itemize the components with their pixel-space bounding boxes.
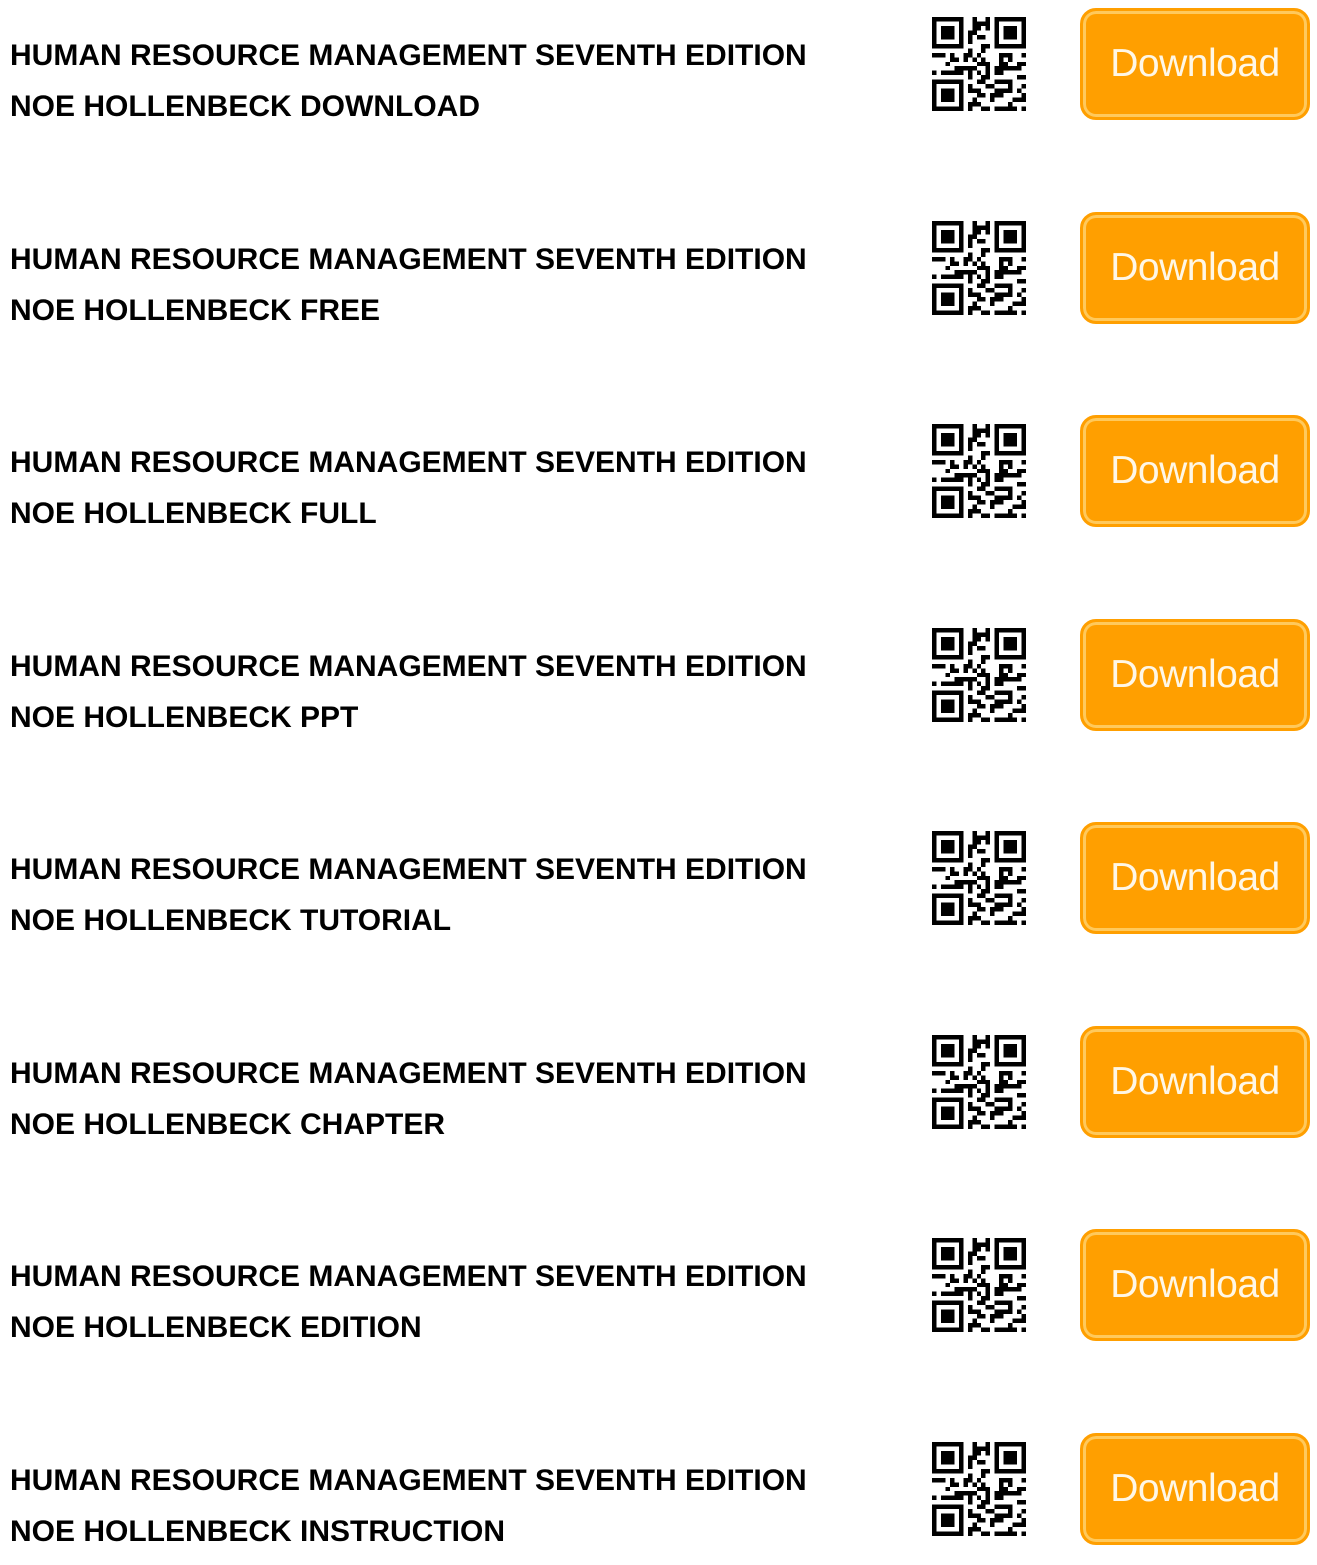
item-title-line-2: NOE HOLLENBECK FULL [10,497,377,530]
item-title-line-1: HUMAN RESOURCE MANAGEMENT SEVENTH EDITIO… [10,39,807,72]
download-button-label: Download [1110,1060,1280,1103]
item-title: HUMAN RESOURCE MANAGEMENT SEVENTH EDITIO… [10,641,880,743]
item-title-line-2: NOE HOLLENBECK FREE [10,294,381,327]
list-item: HUMAN RESOURCE MANAGEMENT SEVENTH EDITIO… [0,1221,1317,1361]
qr-code-icon [932,1035,1026,1129]
list-item: HUMAN RESOURCE MANAGEMENT SEVENTH EDITIO… [0,1425,1317,1565]
item-title-line-2: NOE HOLLENBECK EDITION [10,1311,422,1344]
list-item: HUMAN RESOURCE MANAGEMENT SEVENTH EDITIO… [0,814,1317,954]
item-title-link[interactable]: HUMAN RESOURCE MANAGEMENT SEVENTH EDITIO… [10,39,807,123]
qr-code-icon [932,831,1026,925]
download-button-label: Download [1110,1263,1280,1306]
item-title-line-1: HUMAN RESOURCE MANAGEMENT SEVENTH EDITIO… [10,243,807,276]
item-title-line-2: NOE HOLLENBECK INSTRUCTION [10,1515,505,1548]
item-title-line-1: HUMAN RESOURCE MANAGEMENT SEVENTH EDITIO… [10,446,807,479]
item-title-line-1: HUMAN RESOURCE MANAGEMENT SEVENTH EDITIO… [10,1260,807,1293]
download-button[interactable]: Download [1080,822,1310,934]
download-button[interactable]: Download [1080,1026,1310,1138]
item-title: HUMAN RESOURCE MANAGEMENT SEVENTH EDITIO… [10,437,880,539]
qr-code-icon [932,628,1026,722]
item-title: HUMAN RESOURCE MANAGEMENT SEVENTH EDITIO… [10,1251,880,1353]
item-title: HUMAN RESOURCE MANAGEMENT SEVENTH EDITIO… [10,844,880,946]
item-title-link[interactable]: HUMAN RESOURCE MANAGEMENT SEVENTH EDITIO… [10,650,807,734]
download-button-label: Download [1110,653,1280,696]
item-title-link[interactable]: HUMAN RESOURCE MANAGEMENT SEVENTH EDITIO… [10,446,807,530]
item-title-link[interactable]: HUMAN RESOURCE MANAGEMENT SEVENTH EDITIO… [10,243,807,327]
download-button-label: Download [1110,856,1280,899]
item-title-link[interactable]: HUMAN RESOURCE MANAGEMENT SEVENTH EDITIO… [10,853,807,937]
qr-code-icon [932,424,1026,518]
list-item: HUMAN RESOURCE MANAGEMENT SEVENTH EDITIO… [0,204,1317,344]
download-button[interactable]: Download [1080,619,1310,731]
item-title-line-2: NOE HOLLENBECK PPT [10,701,359,734]
item-title-line-1: HUMAN RESOURCE MANAGEMENT SEVENTH EDITIO… [10,853,807,886]
item-title-line-2: NOE HOLLENBECK CHAPTER [10,1108,446,1141]
qr-code-icon [932,17,1026,111]
item-title-line-2: NOE HOLLENBECK TUTORIAL [10,904,452,937]
list-item: HUMAN RESOURCE MANAGEMENT SEVENTH EDITIO… [0,0,1317,140]
item-title: HUMAN RESOURCE MANAGEMENT SEVENTH EDITIO… [10,234,880,336]
qr-code-icon [932,1238,1026,1332]
download-button[interactable]: Download [1080,1433,1310,1545]
qr-code-icon [932,221,1026,315]
item-title-line-1: HUMAN RESOURCE MANAGEMENT SEVENTH EDITIO… [10,650,807,683]
item-title: HUMAN RESOURCE MANAGEMENT SEVENTH EDITIO… [10,1455,880,1557]
download-button[interactable]: Download [1080,212,1310,324]
download-button-label: Download [1110,1467,1280,1510]
download-button[interactable]: Download [1080,1229,1310,1341]
download-button-label: Download [1110,246,1280,289]
item-title-link[interactable]: HUMAN RESOURCE MANAGEMENT SEVENTH EDITIO… [10,1464,807,1548]
download-button[interactable]: Download [1080,415,1310,527]
item-title-line-1: HUMAN RESOURCE MANAGEMENT SEVENTH EDITIO… [10,1464,807,1497]
item-title-link[interactable]: HUMAN RESOURCE MANAGEMENT SEVENTH EDITIO… [10,1057,807,1141]
item-title: HUMAN RESOURCE MANAGEMENT SEVENTH EDITIO… [10,1048,880,1150]
download-button[interactable]: Download [1080,8,1310,120]
download-button-label: Download [1110,449,1280,492]
list-item: HUMAN RESOURCE MANAGEMENT SEVENTH EDITIO… [0,407,1317,547]
download-button-label: Download [1110,42,1280,85]
item-title-line-1: HUMAN RESOURCE MANAGEMENT SEVENTH EDITIO… [10,1057,807,1090]
item-title-line-2: NOE HOLLENBECK DOWNLOAD [10,90,480,123]
item-title-link[interactable]: HUMAN RESOURCE MANAGEMENT SEVENTH EDITIO… [10,1260,807,1344]
qr-code-icon [932,1442,1026,1536]
list-item: HUMAN RESOURCE MANAGEMENT SEVENTH EDITIO… [0,1018,1317,1158]
item-title: HUMAN RESOURCE MANAGEMENT SEVENTH EDITIO… [10,30,880,132]
list-item: HUMAN RESOURCE MANAGEMENT SEVENTH EDITIO… [0,611,1317,751]
